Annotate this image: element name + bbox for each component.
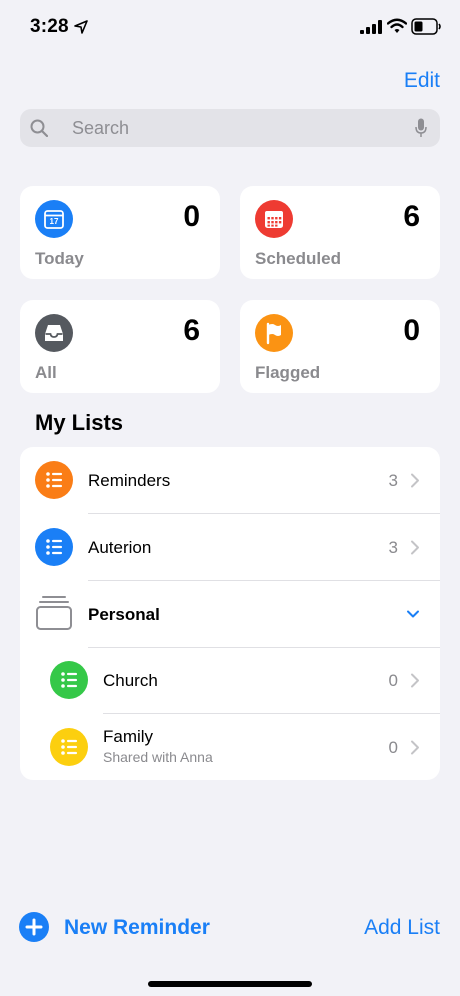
flagged-label: Flagged	[255, 363, 321, 382]
today-count: 0	[183, 200, 200, 233]
battery-icon	[411, 18, 441, 35]
smart-list-scheduled[interactable]: 6 Scheduled	[240, 186, 440, 279]
list-item-family[interactable]: Family Shared with Anna 0	[20, 714, 440, 780]
calendar-day: 17	[49, 217, 59, 226]
smart-list-flagged[interactable]: 0 Flagged	[240, 300, 440, 393]
plus-circle-icon[interactable]	[19, 912, 49, 942]
edit-button[interactable]: Edit	[404, 69, 440, 93]
all-count: 6	[183, 314, 200, 347]
scheduled-count: 6	[403, 200, 420, 233]
chevron-down-icon[interactable]	[406, 609, 420, 619]
status-bar: 3:28	[0, 0, 460, 56]
list-subtitle: Shared with Anna	[103, 749, 213, 765]
list-bullet-icon	[35, 461, 73, 499]
chevron-right-icon	[411, 673, 419, 688]
today-label: Today	[35, 249, 84, 268]
chevron-right-icon	[411, 540, 419, 555]
location-arrow-icon	[74, 20, 88, 34]
my-lists-heading: My Lists	[35, 410, 124, 435]
cellular-signal-icon	[360, 20, 382, 34]
status-time: 3:28	[30, 16, 69, 37]
new-reminder-button[interactable]: New Reminder	[64, 916, 210, 940]
search-placeholder: Search	[72, 118, 130, 138]
calendar-grid-icon	[255, 200, 293, 238]
list-name: Church	[103, 671, 158, 690]
list-name: Reminders	[88, 471, 171, 490]
chevron-right-icon	[411, 473, 419, 488]
list-bullet-icon	[50, 728, 88, 766]
smart-list-today[interactable]: 17 0 Today	[20, 186, 220, 279]
list-name: Family	[103, 727, 154, 746]
stack-folder-icon	[36, 596, 72, 630]
list-item-reminders[interactable]: Reminders 3	[20, 447, 440, 513]
list-count: 0	[388, 738, 398, 757]
list-count: 0	[388, 671, 398, 690]
scheduled-label: Scheduled	[255, 249, 341, 268]
add-list-button[interactable]: Add List	[364, 916, 440, 940]
search-field[interactable]: Search	[20, 109, 440, 147]
all-label: All	[35, 363, 57, 382]
wifi-icon	[387, 18, 407, 33]
search-icon	[30, 119, 48, 137]
my-lists: Reminders 3 Auterion 3 Personal Church 0…	[20, 447, 440, 780]
group-name: Personal	[88, 605, 160, 624]
calendar-icon: 17	[35, 200, 73, 238]
home-indicator[interactable]	[148, 981, 312, 987]
chevron-right-icon	[411, 740, 419, 755]
list-name: Auterion	[88, 538, 152, 557]
list-bullet-icon	[35, 528, 73, 566]
list-count: 3	[388, 538, 398, 557]
tray-icon	[35, 314, 73, 352]
list-count: 3	[388, 471, 398, 490]
flag-icon	[255, 314, 293, 352]
flagged-count: 0	[403, 314, 420, 347]
list-bullet-icon	[50, 661, 88, 699]
list-item-church[interactable]: Church 0	[20, 647, 440, 713]
list-group-personal[interactable]: Personal	[20, 581, 440, 647]
microphone-icon[interactable]	[415, 118, 427, 138]
list-item-auterion[interactable]: Auterion 3	[20, 514, 440, 580]
smart-list-all[interactable]: 6 All	[20, 300, 220, 393]
